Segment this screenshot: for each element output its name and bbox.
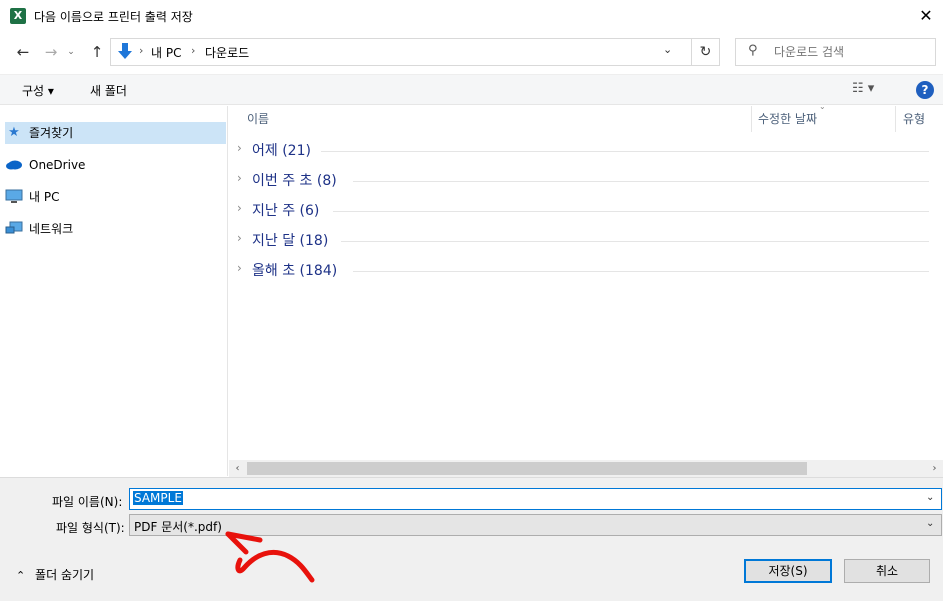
refresh-icon[interactable]: ↻ (691, 39, 719, 65)
close-button[interactable]: ✕ (912, 4, 940, 28)
computer-icon (5, 189, 23, 205)
help-icon[interactable]: ? (916, 81, 934, 99)
horizontal-scrollbar[interactable]: ‹ › (229, 460, 943, 477)
sidebar-item-favorites[interactable]: ★ 즐겨찾기 (5, 122, 226, 144)
column-divider[interactable] (895, 106, 896, 132)
group-divider (321, 151, 929, 152)
group-divider (341, 241, 929, 242)
view-options-icon[interactable]: ☷ ▾ (852, 81, 874, 96)
back-arrow-icon[interactable]: ← (12, 40, 34, 64)
excel-app-icon: X (10, 8, 26, 24)
network-icon (5, 221, 23, 237)
breadcrumb-separator-icon: › (139, 44, 144, 57)
group-label: 올해 초 (184) (252, 263, 338, 279)
recent-locations-chevron-icon[interactable]: ⌄ (64, 40, 78, 64)
list-group-header[interactable]: › 올해 초 (184) (229, 256, 929, 284)
address-dropdown-chevron-icon[interactable]: ⌄ (663, 43, 672, 56)
window-title: 다음 이름으로 프린터 출력 저장 (34, 10, 193, 24)
cloud-icon (5, 157, 23, 173)
filename-value[interactable]: SAMPLE (133, 491, 183, 505)
column-header-type[interactable]: 유형 (903, 110, 925, 127)
list-group-header[interactable]: › 이번 주 초 (8) (229, 166, 929, 194)
up-arrow-icon[interactable]: ↑ (86, 40, 108, 64)
download-folder-icon (118, 43, 132, 59)
search-icon: ⚲ (748, 43, 758, 58)
column-divider[interactable] (751, 106, 752, 132)
filetype-label: 파일 형식(T): (56, 521, 125, 535)
star-icon: ★ (8, 125, 20, 140)
list-group-header[interactable]: › 어제 (21) (229, 136, 929, 164)
address-bar[interactable]: › 내 PC › 다운로드 ⌄ ↻ (110, 38, 720, 66)
breadcrumb-pc[interactable]: 내 PC (151, 44, 181, 61)
hide-folders-toggle[interactable]: ⌃ 폴더 숨기기 (16, 566, 94, 583)
scroll-right-icon[interactable]: › (926, 460, 943, 477)
sort-chevron-icon: ⌄ (819, 102, 826, 111)
column-header-name[interactable]: 이름 (247, 110, 269, 127)
filename-dropdown-chevron-icon[interactable]: ⌄ (926, 492, 934, 503)
sidebar-item-label: 내 PC (29, 190, 60, 204)
search-box[interactable]: ⚲ (735, 38, 936, 66)
chevron-right-icon: › (237, 171, 242, 185)
group-divider (353, 271, 929, 272)
group-divider (353, 181, 929, 182)
navigation-pane: ★ 즐겨찾기 OneDrive 내 PC 네트워크 (0, 106, 228, 476)
chevron-right-icon: › (237, 231, 242, 245)
hide-folders-label: 폴더 숨기기 (35, 568, 95, 582)
cancel-button[interactable]: 취소 (844, 559, 930, 583)
group-label: 지난 달 (18) (252, 233, 329, 249)
chevron-right-icon: › (237, 141, 242, 155)
title-bar: X 다음 이름으로 프린터 출력 저장 ✕ (0, 0, 943, 32)
group-label: 어제 (21) (252, 143, 311, 159)
new-folder-button[interactable]: 새 폴더 (90, 82, 127, 99)
forward-arrow-icon[interactable]: → (40, 40, 62, 64)
sidebar-item-onedrive[interactable]: OneDrive (5, 154, 226, 176)
list-group-header[interactable]: › 지난 주 (6) (229, 196, 929, 224)
sidebar-item-label: 즐겨찾기 (29, 126, 74, 140)
scroll-left-icon[interactable]: ‹ (229, 460, 246, 477)
breadcrumb-downloads[interactable]: 다운로드 (205, 44, 249, 61)
save-button[interactable]: 저장(S) (744, 559, 832, 583)
sidebar-item-network[interactable]: 네트워크 (5, 218, 226, 240)
column-header-date[interactable]: 수정한 날짜 (758, 110, 817, 127)
group-divider (333, 211, 929, 212)
chevron-up-icon: ⌃ (16, 569, 26, 582)
filetype-dropdown-chevron-icon[interactable]: ⌄ (926, 518, 934, 529)
chevron-right-icon: › (237, 201, 242, 215)
breadcrumb-separator-icon: › (191, 44, 196, 57)
column-header-row: 이름 ⌄ 수정한 날짜 유형 (229, 102, 943, 132)
command-toolbar: 구성 ▾ 새 폴더 ☷ ▾ ? (0, 74, 943, 105)
save-options-panel: 파일 이름(N): SAMPLE ⌄ 파일 형식(T): PDF 문서(*.pd… (0, 477, 943, 601)
chevron-right-icon: › (237, 261, 242, 275)
sidebar-item-label: OneDrive (29, 158, 86, 172)
scroll-thumb[interactable] (247, 462, 807, 475)
filename-label: 파일 이름(N): (52, 495, 123, 509)
group-label: 지난 주 (6) (252, 203, 320, 219)
search-input[interactable] (774, 39, 929, 65)
list-group-header[interactable]: › 지난 달 (18) (229, 226, 929, 254)
sidebar-item-label: 네트워크 (29, 222, 74, 236)
filename-input[interactable]: SAMPLE ⌄ (129, 488, 942, 510)
annotation-arrow (225, 531, 315, 583)
organize-button[interactable]: 구성 ▾ (22, 82, 54, 99)
group-label: 이번 주 초 (8) (252, 173, 337, 189)
filetype-value: PDF 문서(*.pdf) (134, 520, 222, 534)
sidebar-item-this-pc[interactable]: 내 PC (5, 186, 226, 208)
